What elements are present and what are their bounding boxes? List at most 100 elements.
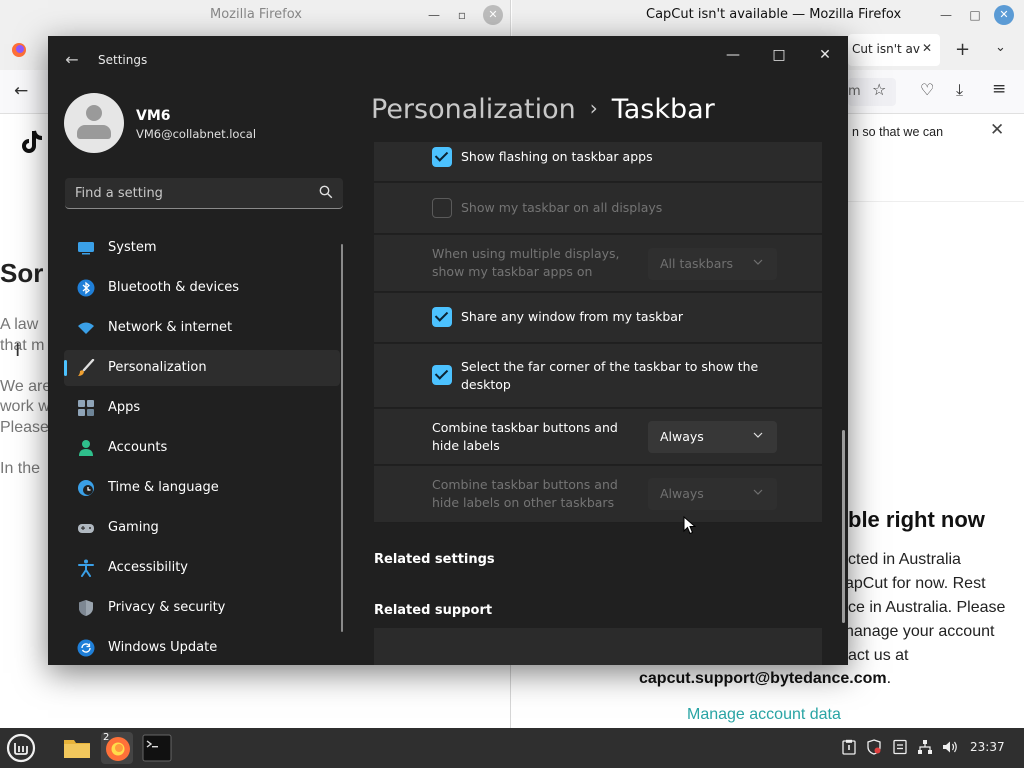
download-icon[interactable]: ⤓ [956, 80, 963, 100]
related-settings-heading: Related settings [374, 552, 495, 567]
update-manager-icon[interactable] [892, 739, 908, 755]
wifi-icon [78, 322, 94, 334]
nav-label: Bluetooth & devices [108, 280, 239, 295]
all-displays-checkbox [432, 198, 452, 218]
option-share-window[interactable]: Share any window from my taskbar [374, 293, 822, 343]
back-arrow-icon[interactable]: ← [62, 50, 82, 70]
chevron-down-icon [753, 432, 763, 438]
body-text: ce in Australia. Please [848, 599, 1006, 616]
maximize-icon[interactable]: □ [965, 5, 985, 25]
shield-icon[interactable] [866, 739, 882, 755]
close-icon[interactable]: ✕ [810, 42, 840, 68]
menu-icon[interactable]: ≡ [992, 79, 1006, 99]
option-label: Select the far corner of the taskbar to … [461, 359, 759, 392]
content-scrollbar[interactable] [842, 430, 845, 623]
clipboard-icon[interactable] [841, 739, 857, 755]
minimize-icon[interactable]: — [936, 5, 956, 25]
breadcrumb: Personalization › Taskbar [371, 94, 715, 125]
body-text: A law [0, 316, 39, 333]
minimize-icon[interactable]: — [718, 42, 748, 68]
settings-nav: System Bluetooth & devices Network & int… [64, 230, 340, 665]
close-icon[interactable]: ✕ [994, 5, 1014, 25]
nav-item-accessibility[interactable]: Accessibility [64, 550, 340, 586]
back-arrow-icon[interactable]: ← [14, 81, 28, 101]
paintbrush-icon [78, 359, 95, 376]
notice-text: n so that we can [852, 125, 944, 139]
option-show-flashing[interactable]: Show flashing on taskbar apps [374, 142, 822, 182]
option-label: Show flashing on taskbar apps [461, 149, 653, 164]
firefox-titlebar[interactable]: Mozilla Firefox — ▫ ✕ [0, 0, 510, 30]
related-support-heading: Related support [374, 603, 493, 618]
close-notice-icon[interactable]: ✕ [990, 120, 1004, 140]
option-combine-other: Combine taskbar buttons and hide labels o… [374, 466, 822, 523]
share-window-checkbox[interactable] [432, 307, 452, 327]
nav-item-network[interactable]: Network & internet [64, 310, 340, 346]
tab-title: Cut isn't av [852, 42, 920, 56]
nav-label: Accessibility [108, 560, 188, 575]
nav-item-accounts[interactable]: Accounts [64, 430, 340, 466]
body-text: apCut for now. Rest [845, 575, 986, 592]
nav-item-apps[interactable]: Apps [64, 390, 340, 426]
chevron-down-icon [753, 489, 763, 495]
search-input[interactable] [75, 184, 305, 202]
option-multi-display: When using multiple displays, show my tas… [374, 235, 822, 292]
chevron-down-icon[interactable]: ⌄ [995, 40, 1006, 55]
clock[interactable]: 23:37 [970, 740, 1005, 754]
combine-buttons-dropdown[interactable]: Always [648, 421, 777, 453]
nav-item-system[interactable]: System [64, 230, 340, 266]
tiktok-logo-icon [22, 130, 43, 153]
avatar[interactable] [64, 93, 124, 153]
network-icon[interactable] [917, 739, 933, 755]
search-icon[interactable] [319, 185, 333, 199]
minimize-icon[interactable]: — [424, 5, 444, 25]
flashing-checkbox[interactable] [432, 147, 452, 167]
manage-account-link[interactable]: Manage account data [687, 706, 841, 724]
settings-window[interactable]: ← Settings — □ ✕ VM6 VM6@collabnet.local… [48, 36, 848, 665]
related-support-card[interactable] [374, 628, 822, 665]
files-launcher[interactable] [61, 732, 93, 764]
far-corner-checkbox[interactable] [432, 365, 452, 385]
firefox-tab-icon[interactable] [11, 42, 27, 58]
close-icon[interactable]: ✕ [483, 5, 503, 25]
refresh-icon [77, 639, 95, 657]
mint-menu-icon[interactable] [5, 733, 37, 763]
nav-scrollbar[interactable] [341, 244, 343, 632]
nav-item-personalization[interactable]: Personalization [64, 350, 340, 386]
mouse-pointer-icon [683, 516, 696, 535]
maximize-icon[interactable]: ▫ [452, 5, 472, 25]
page-heading: Sor [0, 258, 44, 288]
apps-icon [78, 400, 94, 416]
nav-item-gaming[interactable]: Gaming [64, 510, 340, 546]
option-far-corner[interactable]: Select the far corner of the taskbar to … [374, 344, 822, 408]
option-label: Combine taskbar buttons and hide labels o… [432, 477, 618, 510]
user-name: VM6 [136, 108, 171, 124]
terminal-launcher[interactable] [141, 732, 173, 764]
shield-icon [79, 600, 93, 616]
nav-item-time-language[interactable]: Time & language [64, 470, 340, 506]
close-tab-icon[interactable]: ✕ [922, 41, 932, 55]
firefox-launcher[interactable]: 2 [101, 732, 133, 764]
url-text: m [848, 84, 861, 99]
breadcrumb-parent[interactable]: Personalization [371, 94, 576, 125]
nav-label: Personalization [108, 360, 207, 375]
taskbar-settings-content: Show flashing on taskbar apps Show my ta… [374, 142, 822, 665]
monitor-icon [78, 242, 94, 255]
body-text: Please [0, 419, 49, 436]
search-box[interactable] [65, 178, 343, 209]
nav-item-privacy[interactable]: Privacy & security [64, 590, 340, 626]
accessibility-icon [78, 559, 94, 577]
nav-item-windows-update[interactable]: Windows Update [64, 630, 340, 665]
nav-item-bluetooth[interactable]: Bluetooth & devices [64, 270, 340, 306]
bookmark-star-icon[interactable]: ☆ [872, 80, 886, 99]
nav-label: System [108, 240, 157, 255]
volume-icon[interactable] [942, 739, 958, 755]
window-title: CapCut isn't available — Mozilla Firefox [646, 7, 902, 22]
firefox-titlebar[interactable]: CapCut isn't available — Mozilla Firefox… [512, 0, 1024, 30]
bluetooth-icon [77, 279, 95, 297]
option-combine-buttons[interactable]: Combine taskbar buttons and hide labels A… [374, 409, 822, 465]
maximize-icon[interactable]: □ [764, 42, 794, 68]
browser-tab[interactable]: Cut isn't av ✕ [848, 34, 940, 66]
support-email-text[interactable]: capcut.support@bytedance.com. [639, 670, 891, 688]
new-tab-icon[interactable]: + [955, 39, 970, 60]
pocket-icon[interactable]: ♡ [920, 80, 934, 99]
